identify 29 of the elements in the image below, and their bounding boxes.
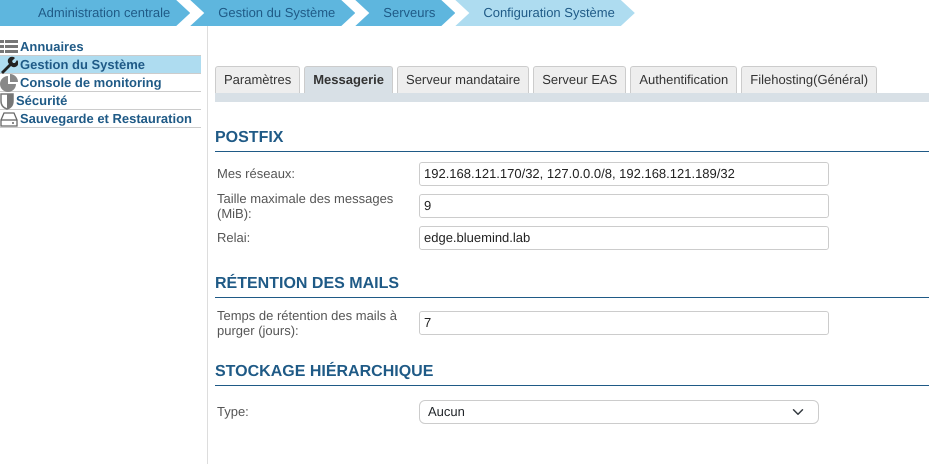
sidebar-item[interactable]: Gestion du Système: [0, 56, 201, 74]
field-label: Mes réseaux:: [217, 166, 296, 181]
input-field[interactable]: 7: [419, 310, 829, 334]
tab[interactable]: Filehosting(Général): [741, 66, 878, 92]
section-heading: STOCKAGE HIÉRARCHIQUE: [215, 360, 929, 386]
tab[interactable]: Serveur EAS: [533, 66, 626, 92]
field-label: Type:: [217, 404, 250, 419]
input-field[interactable]: edge.bluemind.lab: [419, 226, 829, 250]
hard-drive-icon: [0, 110, 18, 128]
input-field[interactable]: 9: [419, 194, 829, 218]
section-heading: POSTFIX: [215, 126, 929, 152]
breadcrumb-link[interactable]: Configuration Système: [455, 0, 635, 26]
sidebar-item[interactable]: Sauvegarde et Restauration: [0, 110, 201, 128]
tab[interactable]: Messagerie: [304, 66, 394, 92]
field-label: Relai:: [217, 230, 252, 245]
field-label: Temps de rétention des mails à purger (jours):: [217, 308, 398, 338]
wrench-icon: [0, 56, 18, 74]
tab[interactable]: Paramètres: [215, 66, 300, 92]
input-field[interactable]: 192.168.121.170/32, 127.0.0.0/8, 192.168.121.189/32: [419, 162, 829, 186]
section-heading: RÉTENTION DES MAILS: [215, 272, 929, 298]
sidebar-item[interactable]: Console de monitoring: [0, 74, 201, 92]
tab[interactable]: Authentification: [630, 66, 738, 92]
pie-chart-icon: [0, 74, 18, 92]
field-label: Taille maximale des messages (MiB):: [217, 190, 394, 220]
select-field[interactable]: Aucun: [419, 400, 819, 424]
tab[interactable]: Serveur mandataire: [397, 66, 530, 92]
list-icon: [0, 38, 18, 56]
shield-icon: [0, 92, 14, 110]
sidebar-item[interactable]: Sécurité: [0, 92, 201, 110]
